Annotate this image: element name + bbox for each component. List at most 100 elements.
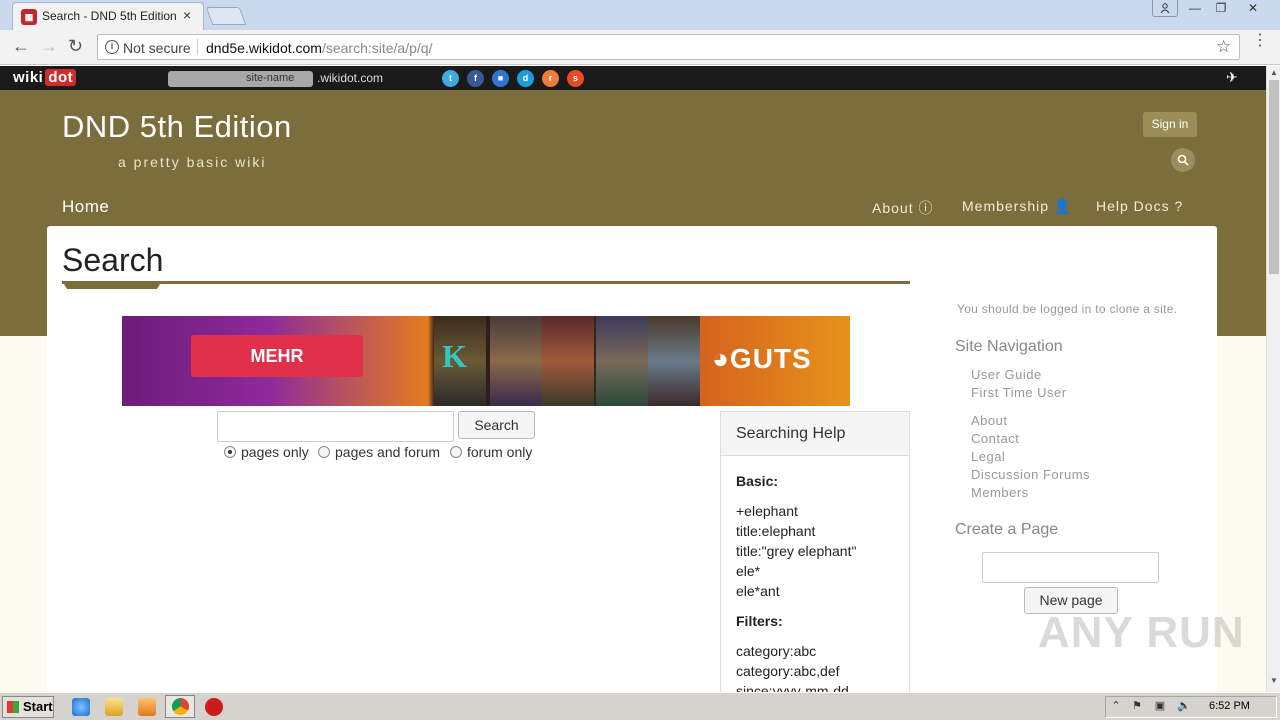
taskbar-clock[interactable]: 6:52 PM <box>1209 700 1250 712</box>
ad-reel <box>542 316 594 406</box>
browser-toolbar: ← → ↻ i Not secure dnd5e.wikidot.com/sea… <box>0 30 1280 65</box>
sidebar-link-legal[interactable]: Legal <box>971 449 1005 464</box>
tab-close-icon[interactable]: × <box>183 7 191 23</box>
scroll-down-arrow-icon[interactable]: ▼ <box>1267 676 1280 685</box>
radio-forum-only[interactable] <box>450 446 462 458</box>
anyrun-watermark: ANY RUN <box>1038 608 1245 657</box>
scroll-up-arrow-icon[interactable]: ▲ <box>1267 68 1280 77</box>
nav-about[interactable]: About ⓘ <box>872 198 933 218</box>
nav-home[interactable]: Home <box>62 197 109 217</box>
address-bar[interactable]: i Not secure dnd5e.wikidot.com/search:si… <box>97 34 1240 60</box>
windows-flag-icon <box>7 701 19 713</box>
radio-label-pages-and-forum: pages and forum <box>335 444 441 460</box>
back-arrow-icon[interactable]: ← <box>12 36 30 57</box>
help-basic-line: title:"grey elephant" <box>736 543 857 559</box>
nav-help-docs[interactable]: Help Docs ? <box>1096 198 1183 214</box>
title-divider <box>62 281 910 284</box>
info-circle-icon: ⓘ <box>918 200 934 216</box>
url-path: /search:site/a/p/q/ <box>321 40 433 56</box>
browser-menu-icon[interactable]: ⋮ <box>1252 33 1268 49</box>
ad-brand-mark-icon: ◕ <box>712 343 730 374</box>
opera-icon[interactable] <box>205 698 223 716</box>
digg-icon[interactable]: d <box>517 70 534 87</box>
browser-tab[interactable]: ▦ Search - DND 5th Edition × <box>12 2 204 30</box>
title-divider-tab <box>62 281 162 289</box>
sidebar-link-members[interactable]: Members <box>971 485 1029 500</box>
sidebar-link-about[interactable]: About <box>971 413 1007 428</box>
reload-icon[interactable]: ↻ <box>68 36 83 57</box>
windows-taskbar: Start ⌃ ⚑ ▣ 🔈 6:52 PM <box>0 692 1280 720</box>
bookmark-star-icon[interactable]: ☆ <box>1216 37 1231 57</box>
help-filters-heading: Filters: <box>736 613 783 629</box>
delicious-icon[interactable]: ■ <box>492 70 509 87</box>
nav-membership[interactable]: Membership 👤 <box>962 198 1072 215</box>
wikidot-logo-left: wiki <box>13 69 44 86</box>
plane-icon[interactable]: ✈ <box>1226 69 1238 86</box>
file-explorer-icon[interactable] <box>105 698 123 716</box>
network-icon[interactable]: ▣ <box>1153 699 1167 713</box>
ad-symbol: K <box>442 338 467 374</box>
wikidot-logo[interactable]: wiki dot <box>13 69 77 86</box>
ad-more-button[interactable]: MEHR <box>191 335 363 377</box>
close-window-icon[interactable]: ✕ <box>1240 0 1266 18</box>
volume-icon[interactable]: 🔈 <box>1177 699 1191 713</box>
help-basic-line: ele* <box>736 563 761 579</box>
wikidot-bar: wiki dot site-name .wikidot.com t f ■ d r… <box>0 66 1266 90</box>
page-scrollbar[interactable]: ▲ ▼ <box>1266 66 1280 692</box>
facebook-icon[interactable]: f <box>467 70 484 87</box>
search-button[interactable]: Search <box>458 411 535 439</box>
clone-site-note: You should be logged in to clone a site. <box>957 302 1178 316</box>
new-page-name-input[interactable] <box>982 552 1159 583</box>
forward-arrow-icon[interactable]: → <box>40 36 58 57</box>
action-center-flag-icon[interactable]: ⚑ <box>1130 699 1144 713</box>
question-circle-icon: ? <box>1174 198 1184 214</box>
url-host: dnd5e.wikidot.com <box>206 40 322 56</box>
restore-icon[interactable]: ❐ <box>1208 0 1234 18</box>
site-subtitle: a pretty basic wiki <box>118 154 267 170</box>
new-tab-button[interactable] <box>205 7 247 25</box>
nav-about-label: About <box>872 200 914 216</box>
sidebar-link-discussion-forums[interactable]: Discussion Forums <box>971 467 1090 482</box>
info-icon[interactable]: i <box>105 40 119 54</box>
reddit-icon[interactable]: r <box>542 70 559 87</box>
ad-brand-logo: ◕GUTS <box>712 343 812 375</box>
user-profile-icon[interactable] <box>1152 0 1178 17</box>
sign-in-button[interactable]: Sign in <box>1143 112 1197 137</box>
ad-brand-text: GUTS <box>729 343 812 374</box>
media-player-icon[interactable] <box>138 698 156 716</box>
browser-tabstrip: ▦ Search - DND 5th Edition × — ❐ ✕ <box>0 0 1280 30</box>
help-panel-title: Searching Help <box>736 425 846 442</box>
sidebar-link-user-guide[interactable]: User Guide <box>971 367 1042 382</box>
advertisement-banner[interactable]: K MEHR ◕GUTS <box>122 316 850 406</box>
help-basic-heading: Basic: <box>736 473 779 489</box>
search-input[interactable] <box>217 411 454 442</box>
sidebar-link-contact[interactable]: Contact <box>971 431 1019 446</box>
tray-expand-icon[interactable]: ⌃ <box>1109 699 1123 713</box>
start-label: Start <box>23 699 53 714</box>
site-title[interactable]: DND 5th Edition <box>62 109 292 145</box>
site-name-input[interactable]: site-name <box>168 71 313 87</box>
sidebar-link-first-time-user[interactable]: First Time User <box>971 385 1067 400</box>
url-separator <box>197 39 198 55</box>
radio-pages-and-forum[interactable] <box>318 446 330 458</box>
radio-pages-only[interactable] <box>224 446 236 458</box>
page-title: Search <box>62 242 164 278</box>
not-secure-label: Not secure <box>123 40 191 56</box>
tab-title: Search - DND 5th Edition <box>42 9 177 23</box>
site-name-placeholder: site-name <box>246 72 295 84</box>
help-basic-line: title:elephant <box>736 523 816 539</box>
scroll-thumb[interactable] <box>1269 80 1279 274</box>
search-icon[interactable] <box>1171 148 1195 172</box>
create-page-heading: Create a Page <box>955 521 1059 538</box>
start-button[interactable]: Start <box>2 696 54 718</box>
stumbleupon-icon[interactable]: s <box>567 70 584 87</box>
internet-explorer-icon[interactable] <box>72 698 90 716</box>
user-icon: 👤 <box>1053 198 1073 214</box>
minimize-icon[interactable]: — <box>1182 0 1208 18</box>
help-filter-line: category:abc,def <box>736 663 840 679</box>
wikidot-favicon-icon: ▦ <box>21 9 37 25</box>
radio-label-forum-only: forum only <box>467 444 533 460</box>
ad-reel <box>648 316 700 406</box>
twitter-icon[interactable]: t <box>442 70 459 87</box>
chrome-taskbar-button[interactable] <box>165 695 195 718</box>
